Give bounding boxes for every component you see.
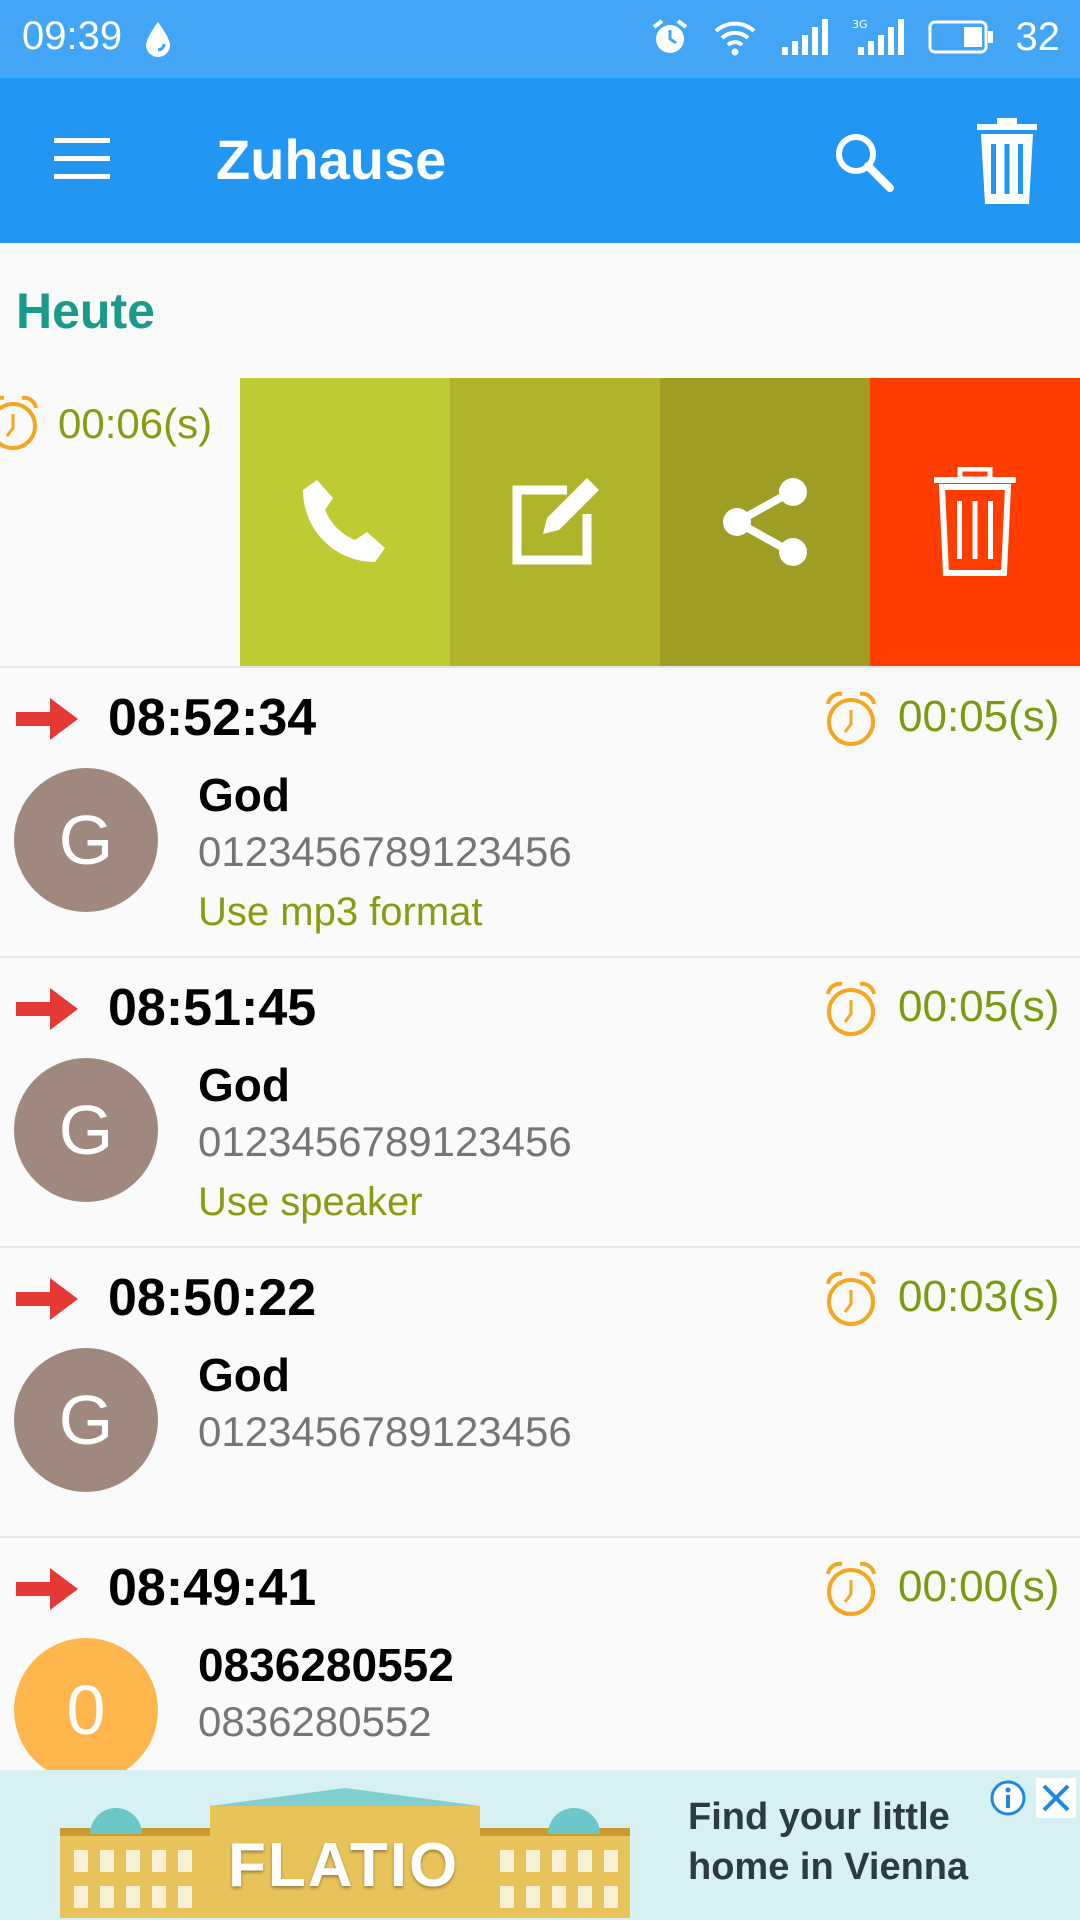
call-note: Use mp3 format <box>198 890 483 934</box>
signal-icon <box>781 19 828 55</box>
call-duration: 00:03(s) <box>898 1272 1060 1321</box>
wifi-icon <box>714 21 755 56</box>
call-duration: 00:05(s) <box>898 692 1060 741</box>
app-bar: Zuhause <box>0 78 1080 243</box>
call-time: 08:50:22 <box>108 1269 317 1327</box>
page-title: Zuhause <box>216 128 447 191</box>
search-icon[interactable] <box>830 128 896 194</box>
delete-button[interactable] <box>870 378 1080 666</box>
contact-number: 0123456789123456 <box>198 1118 572 1165</box>
contact-number: 0123456789123456 <box>198 1408 572 1455</box>
swiped-row[interactable]: 00:06(s) <box>0 378 1080 666</box>
share-icon <box>723 478 807 566</box>
alarm-icon <box>826 1271 876 1326</box>
edit-icon <box>512 478 599 565</box>
list-item[interactable]: 08:52:34 00:05(s) G God 0123456789123456… <box>0 666 1080 956</box>
phone-icon <box>303 480 385 562</box>
info-icon[interactable] <box>988 1778 1028 1818</box>
ad-banner[interactable]: FLATIO Find your little home in Vienna <box>0 1770 1080 1920</box>
contact-name: 0836280552 <box>198 1639 454 1691</box>
avatar: G <box>14 1058 158 1202</box>
call-time: 08:52:34 <box>108 689 317 747</box>
ad-text: Find your little home in Vienna <box>688 1796 969 1888</box>
trash-icon <box>934 467 1016 576</box>
outgoing-arrow-icon <box>16 1568 78 1610</box>
contact-name: God <box>198 1059 290 1111</box>
avatar: G <box>14 1348 158 1492</box>
call-duration: 00:00(s) <box>898 1562 1060 1611</box>
3g-signal-icon: 3G <box>852 18 904 55</box>
status-icons: 3G 32 <box>650 12 1061 62</box>
call-duration: 00:05(s) <box>898 982 1060 1031</box>
call-note: Use speaker <box>198 1180 423 1224</box>
status-time: 09:39 <box>22 14 123 58</box>
close-icon[interactable] <box>1036 1778 1076 1818</box>
screen: 09:39 3G 32 Zuhause Heute 00:06(s) 08:52… <box>0 0 1080 1920</box>
alarm-icon <box>826 691 876 746</box>
outgoing-arrow-icon <box>16 698 78 740</box>
ad-brand: FLATIO <box>228 1831 460 1900</box>
call-duration: 00:06(s) <box>58 400 213 447</box>
drop-icon <box>146 22 170 57</box>
call-button[interactable] <box>240 378 450 666</box>
trash-icon[interactable] <box>975 116 1039 206</box>
share-button[interactable] <box>660 378 870 666</box>
alarm-icon <box>826 1561 876 1616</box>
list-item[interactable]: 08:51:45 00:05(s) G God 0123456789123456… <box>0 956 1080 1246</box>
list-item[interactable]: 08:50:22 00:03(s) G God 0123456789123456 <box>0 1246 1080 1536</box>
alarm-icon <box>826 981 876 1036</box>
edit-button[interactable] <box>450 378 660 666</box>
alarm-icon <box>0 395 38 450</box>
status-bar: 09:39 3G 32 <box>0 0 1080 78</box>
outgoing-arrow-icon <box>16 988 78 1030</box>
contact-number: 0123456789123456 <box>198 828 572 875</box>
section-header: Heute <box>16 283 155 339</box>
contact-name: God <box>198 1349 290 1401</box>
battery-icon <box>928 20 993 54</box>
avatar: 0 <box>14 1638 158 1782</box>
call-time: 08:49:41 <box>108 1559 317 1617</box>
alarm-icon <box>652 19 687 53</box>
contact-name: God <box>198 769 290 821</box>
call-time: 08:51:45 <box>108 979 317 1037</box>
outgoing-arrow-icon <box>16 1278 78 1320</box>
menu-icon[interactable] <box>52 134 112 184</box>
battery-level: 32 <box>1015 14 1061 59</box>
avatar: G <box>14 768 158 912</box>
contact-number: 0836280552 <box>198 1698 432 1745</box>
svg-text:3G: 3G <box>852 18 868 31</box>
